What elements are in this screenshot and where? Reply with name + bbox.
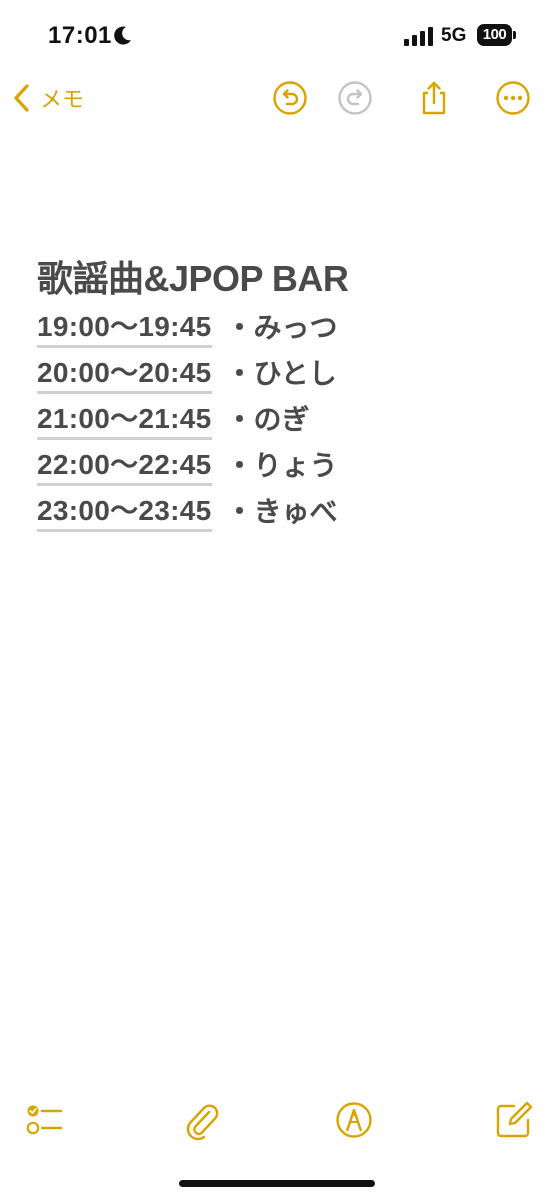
battery-tip [513,31,516,39]
performer-name: ・きゅべ [225,496,338,527]
time-range[interactable]: 21:00〜21:45 [37,402,212,440]
redo-button[interactable] [337,80,373,116]
back-button[interactable]: メモ [12,82,84,114]
network-type: 5G [441,25,467,46]
performer-name: ・りょう [225,450,338,481]
markup-button[interactable] [334,1100,374,1140]
checklist-icon [26,1105,63,1135]
checklist-button[interactable] [25,1100,65,1140]
note-body[interactable]: 歌謡曲&JPOP BAR 19:00〜19:45 ・みっつ 20:00〜20:4… [37,256,517,532]
status-time: 17:01 [48,22,112,49]
share-button[interactable] [416,80,452,116]
time-range[interactable]: 22:00〜22:45 [37,448,212,486]
attach-button[interactable] [182,1100,222,1141]
schedule-row: 20:00〜20:45 ・ひとし [37,348,517,394]
battery-icon: 100 [477,24,517,46]
paperclip-icon [186,1104,219,1141]
compose-button[interactable] [494,1100,534,1140]
moon-icon [114,26,131,45]
time-range[interactable]: 23:00〜23:45 [37,494,212,532]
battery-level: 100 [477,24,512,46]
schedule-row: 22:00〜22:45 ・りょう [37,440,517,486]
status-bar: 17:01 5G 100 [0,0,554,74]
chevron-left-icon [14,84,29,112]
home-indicator[interactable] [179,1180,375,1187]
undo-button[interactable] [272,80,308,116]
markup-pen-icon [336,1102,372,1138]
more-icon [496,81,530,115]
schedule-row: 19:00〜19:45 ・みっつ [37,302,517,348]
undo-icon [273,81,307,115]
performer-name: ・みっつ [225,312,338,343]
performer-name: ・ひとし [225,358,337,389]
back-label: メモ [40,87,85,112]
schedule-row: 23:00〜23:45 ・きゅべ [37,486,517,532]
note-title: 歌謡曲&JPOP BAR [37,258,349,299]
performer-name: ・のぎ [225,404,310,435]
share-icon [422,81,446,115]
redo-icon [338,81,372,115]
time-range[interactable]: 20:00〜20:45 [37,356,212,394]
schedule-row: 21:00〜21:45 ・のぎ [37,394,517,440]
time-range[interactable]: 19:00〜19:45 [37,310,212,348]
more-button[interactable] [495,80,531,116]
compose-icon [496,1101,533,1138]
signal-icon [404,27,433,46]
